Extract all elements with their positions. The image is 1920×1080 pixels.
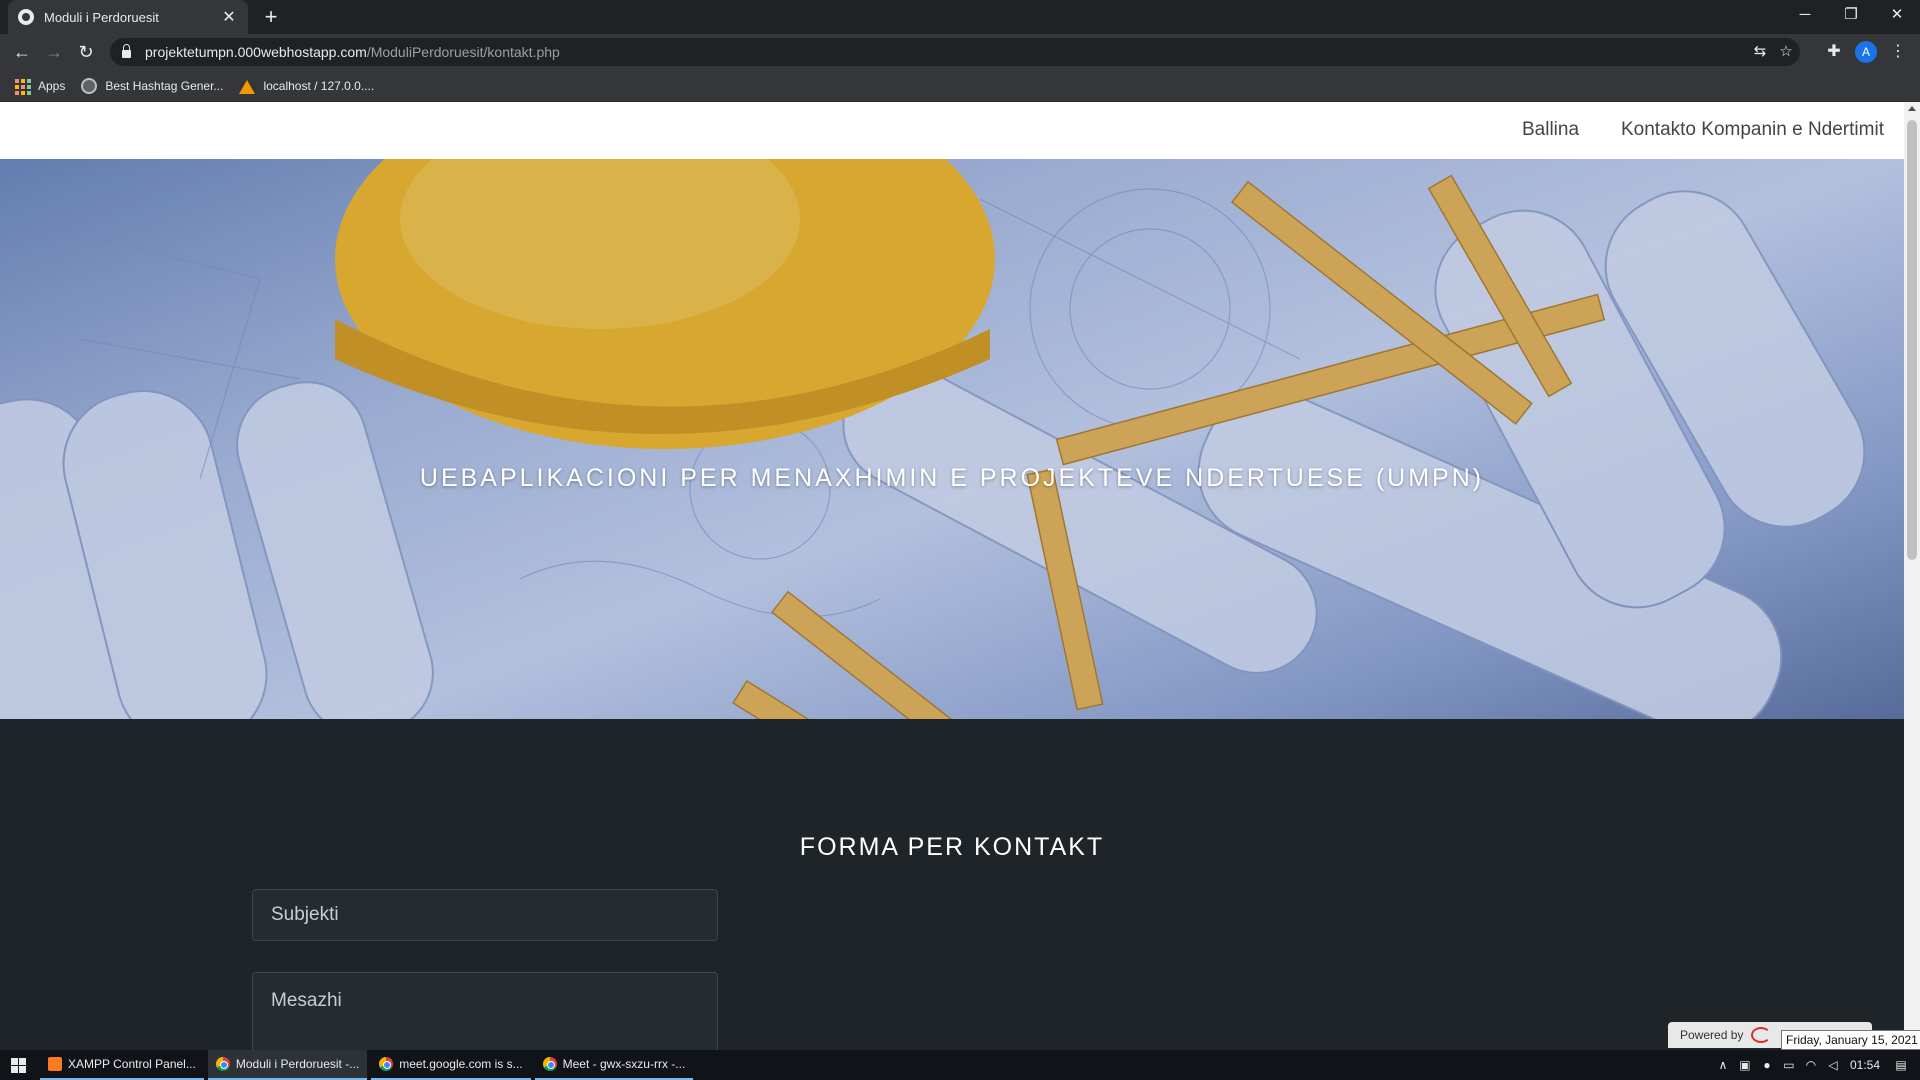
translate-icon[interactable]: ⇆ bbox=[1750, 42, 1770, 62]
windows-taskbar: XAMPP Control Panel... Moduli i Perdorue… bbox=[0, 1050, 1920, 1080]
tab-close-icon[interactable]: ✕ bbox=[220, 7, 238, 27]
taskbar-clock[interactable]: 01:54 bbox=[1850, 1058, 1880, 1072]
tab-strip: Moduli i Perdoruesit ✕ + ─ ❐ ✕ bbox=[0, 0, 1920, 34]
new-tab-button[interactable]: + bbox=[258, 4, 284, 30]
bookmark-label: Best Hashtag Gener... bbox=[105, 78, 224, 93]
powered-by-label: Powered by bbox=[1680, 1028, 1744, 1042]
host-logo-icon bbox=[1751, 1027, 1772, 1043]
hero-banner: UEBAPLIKACIONI PER MENAXHIMIN E PROJEKTE… bbox=[0, 159, 1904, 719]
meet-now-icon[interactable]: ▣ bbox=[1734, 1058, 1756, 1072]
contact-section: FORMA PER KONTAKT Subjekti Mesazhi bbox=[0, 719, 1904, 1050]
extensions-puzzle-icon[interactable]: ✚ bbox=[1822, 40, 1846, 64]
page-scrollbar[interactable] bbox=[1904, 102, 1920, 1050]
volume-icon[interactable]: ◁ bbox=[1822, 1058, 1844, 1072]
hashtag-site-icon bbox=[81, 77, 98, 94]
forward-arrow-icon[interactable]: → bbox=[40, 38, 68, 66]
profile-avatar[interactable]: A bbox=[1855, 41, 1877, 63]
xampp-icon bbox=[48, 1057, 62, 1071]
browser-tab-active[interactable]: Moduli i Perdoruesit ✕ bbox=[8, 0, 248, 34]
browser-toolbar: ← → ↻ projektetumpn.000webhostapp.com/Mo… bbox=[0, 34, 1920, 70]
taskbar-item-chrome-meet[interactable]: Meet - gwx-sxzu-rrx -... bbox=[534, 1050, 694, 1080]
battery-icon[interactable]: ▭ bbox=[1778, 1058, 1800, 1072]
menu-kebab-icon[interactable]: ⋮ bbox=[1886, 40, 1910, 64]
chrome-icon bbox=[542, 1057, 557, 1071]
taskbar-item-label: meet.google.com is s... bbox=[399, 1057, 523, 1071]
system-tray: ∧ ▣ ● ▭ ◠ ◁ 01:54 ▤ bbox=[1712, 1050, 1920, 1080]
windows-start-icon[interactable] bbox=[0, 1050, 36, 1080]
contact-form-title: FORMA PER KONTAKT bbox=[799, 833, 1105, 861]
back-arrow-icon[interactable]: ← bbox=[8, 38, 36, 66]
taskbar-item-label: Meet - gwx-sxzu-rrx -... bbox=[562, 1057, 686, 1071]
notifications-icon[interactable]: ▤ bbox=[1890, 1058, 1912, 1072]
chrome-icon bbox=[215, 1057, 230, 1071]
nav-link-contact-company[interactable]: Kontakto Kompanin e Ndertimit bbox=[1621, 119, 1884, 141]
bookmark-star-icon[interactable]: ☆ bbox=[1776, 42, 1796, 62]
bookmark-label: localhost / 127.0.0.... bbox=[263, 78, 375, 93]
taskbar-item-label: XAMPP Control Panel... bbox=[68, 1057, 196, 1071]
microphone-icon[interactable]: ● bbox=[1756, 1058, 1778, 1072]
bookmark-apps[interactable]: Apps bbox=[14, 78, 66, 95]
site-favicon-icon bbox=[18, 9, 34, 25]
minimize-window-button[interactable]: ─ bbox=[1782, 0, 1828, 30]
restore-window-button[interactable]: ❐ bbox=[1828, 0, 1874, 30]
page-viewport: Ballina Kontakto Kompanin e Ndertimit UE… bbox=[0, 102, 1920, 1050]
message-textarea[interactable]: Mesazhi bbox=[252, 972, 718, 1050]
wifi-icon[interactable]: ◠ bbox=[1800, 1058, 1822, 1072]
url-path: /ModuliPerdoruesit/kontakt.php bbox=[366, 44, 560, 60]
reload-icon[interactable]: ↻ bbox=[72, 38, 100, 66]
scroll-up-arrow-icon[interactable] bbox=[1908, 106, 1916, 111]
bookmarks-bar: Apps Best Hashtag Gener... localhost / 1… bbox=[0, 70, 1920, 102]
bookmark-hashtag[interactable]: Best Hashtag Gener... bbox=[81, 77, 224, 94]
construction-background-image bbox=[0, 159, 1904, 719]
subject-input[interactable]: Subjekti bbox=[252, 889, 718, 941]
bookmark-localhost[interactable]: localhost / 127.0.0.... bbox=[239, 78, 374, 94]
site-navbar: Ballina Kontakto Kompanin e Ndertimit bbox=[0, 102, 1904, 159]
taskbar-item-label: Moduli i Perdoruesit -... bbox=[235, 1057, 360, 1071]
url-text: projektetumpn.000webhostapp.com/ModuliPe… bbox=[145, 44, 560, 60]
date-tooltip: Friday, January 15, 2021 bbox=[1781, 1030, 1920, 1050]
scrollbar-thumb[interactable] bbox=[1907, 120, 1917, 560]
nav-link-home[interactable]: Ballina bbox=[1522, 119, 1579, 141]
lock-icon[interactable] bbox=[122, 44, 131, 58]
hero-title: UEBAPLIKACIONI PER MENAXHIMIN E PROJEKTE… bbox=[419, 464, 1485, 492]
taskbar-item-chrome-moduli[interactable]: Moduli i Perdoruesit -... bbox=[207, 1050, 368, 1080]
close-window-button[interactable]: ✕ bbox=[1874, 0, 1920, 30]
taskbar-item-chrome-meet-share[interactable]: meet.google.com is s... bbox=[371, 1050, 531, 1080]
address-bar[interactable]: projektetumpn.000webhostapp.com/ModuliPe… bbox=[110, 38, 1800, 66]
taskbar-item-xampp[interactable]: XAMPP Control Panel... bbox=[40, 1050, 204, 1080]
bookmark-label: Apps bbox=[38, 78, 66, 93]
apps-grid-icon bbox=[14, 78, 31, 95]
url-host: projektetumpn.000webhostapp.com bbox=[145, 44, 367, 60]
phpmyadmin-icon bbox=[239, 78, 256, 94]
chrome-icon bbox=[379, 1057, 394, 1071]
tab-title: Moduli i Perdoruesit bbox=[44, 9, 159, 25]
show-hidden-icons-chevron-icon[interactable]: ∧ bbox=[1712, 1058, 1734, 1072]
